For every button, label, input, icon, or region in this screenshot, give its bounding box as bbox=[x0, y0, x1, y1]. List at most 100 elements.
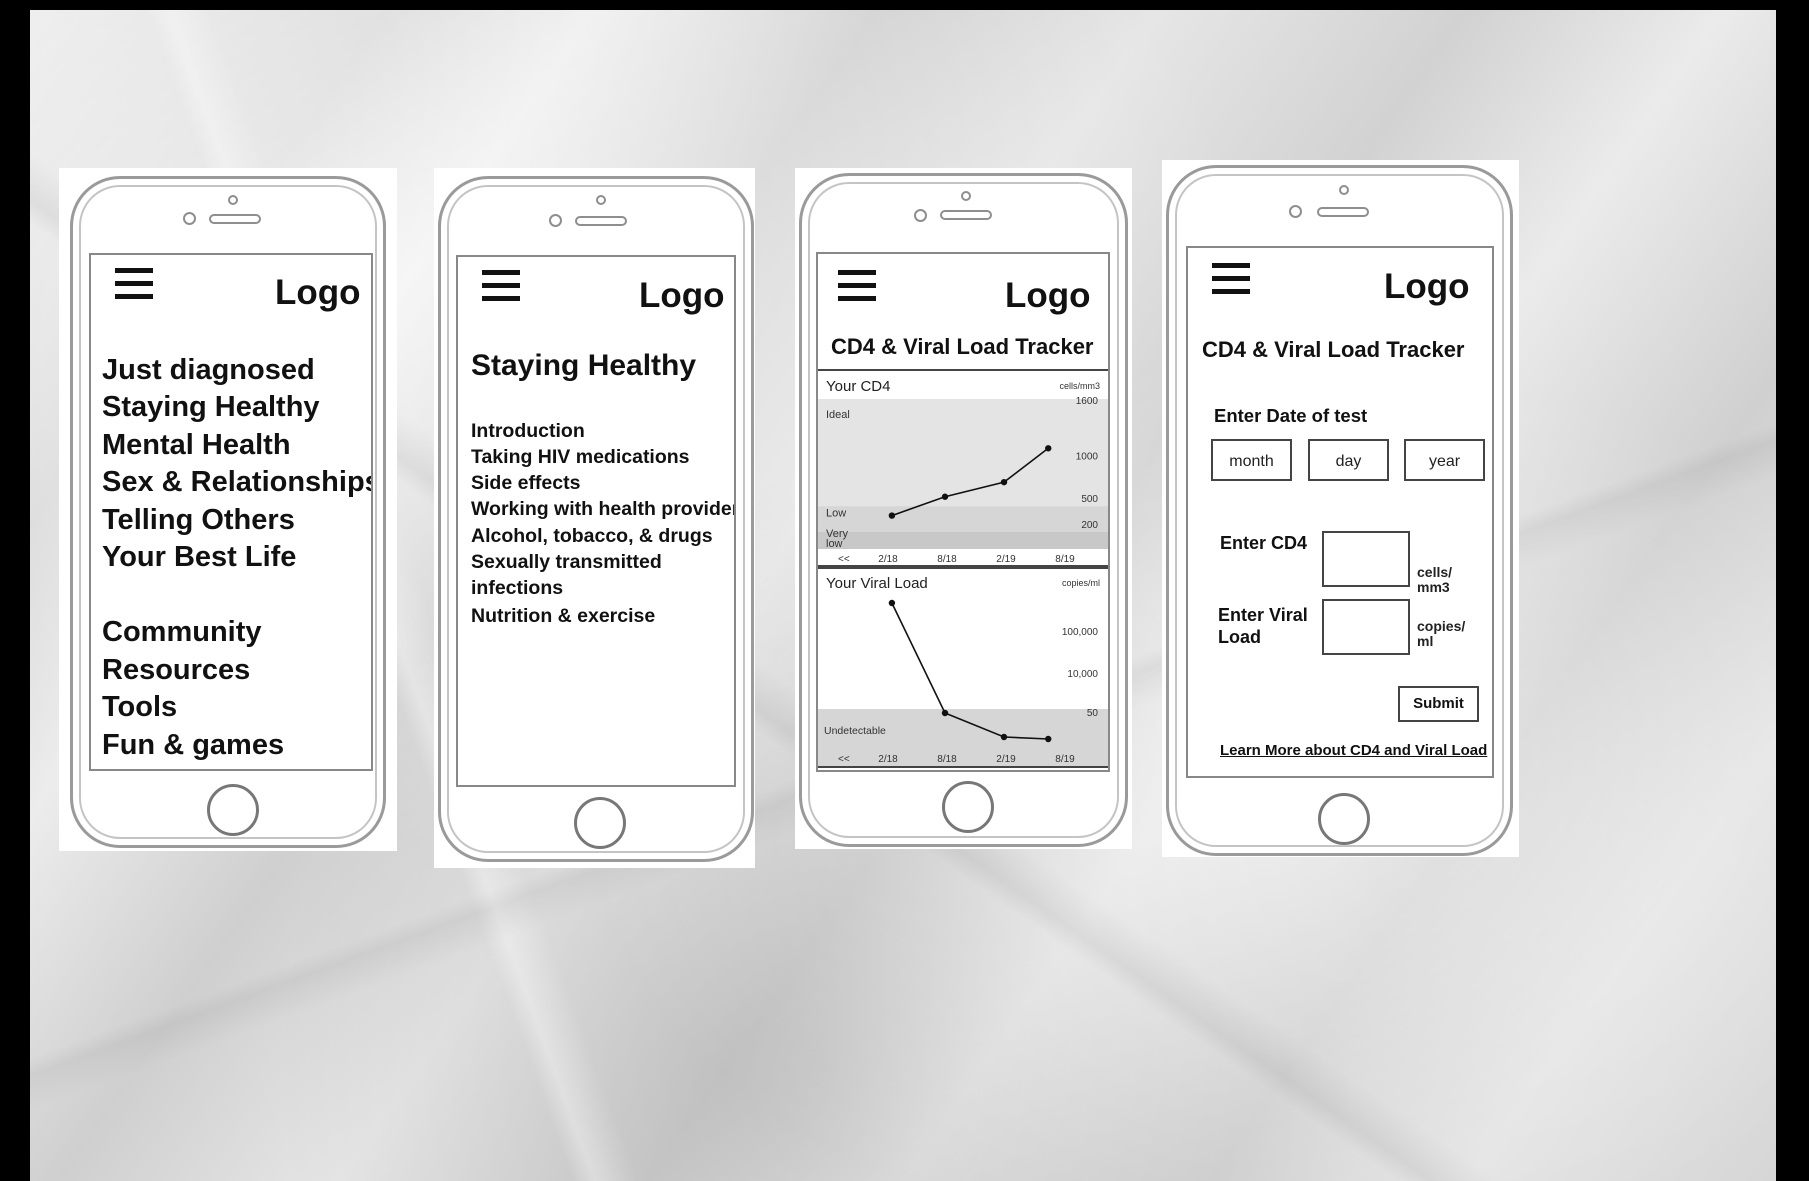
menu-item-staying-healthy[interactable]: Staying Healthy bbox=[102, 391, 320, 424]
front-camera bbox=[914, 209, 927, 222]
cd4-chart-title: Your CD4 bbox=[826, 378, 890, 395]
viral-load-ytick-label: 100,000 bbox=[1062, 627, 1099, 638]
logo: Logo bbox=[639, 276, 725, 315]
list-item-working-with-health-providers[interactable]: Working with health providers bbox=[471, 498, 734, 521]
cd4-ytick-label: 1600 bbox=[1076, 396, 1099, 407]
menu-item-fun-games[interactable]: Fun & games bbox=[102, 729, 284, 762]
cd4-label: Enter CD4 bbox=[1220, 533, 1308, 553]
list-item-infections[interactable]: infections bbox=[471, 577, 563, 600]
menu-item-just-diagnosed[interactable]: Just diagnosed bbox=[102, 354, 315, 387]
proximity-sensor bbox=[596, 195, 606, 205]
viral-load-xtick-label: 8/19 bbox=[1055, 754, 1075, 765]
cd4-band-very-low bbox=[818, 531, 1108, 549]
viral-load-point-1 bbox=[888, 599, 896, 607]
viral-load-band-label-undetectable: Undetectable bbox=[824, 725, 886, 737]
earpiece-speaker bbox=[209, 214, 261, 224]
home-button[interactable] bbox=[942, 781, 994, 833]
earpiece-speaker bbox=[1317, 207, 1369, 217]
list-item-introduction[interactable]: Introduction bbox=[471, 420, 585, 443]
date-of-test-label: Enter Date of test bbox=[1214, 405, 1368, 426]
menu-item-telling-others[interactable]: Telling Others bbox=[102, 504, 295, 537]
tracker-title: CD4 & Viral Load Tracker bbox=[1202, 337, 1465, 362]
page-heading: Staying Healthy bbox=[471, 349, 697, 382]
phone-4-screen: Logo CD4 & Viral Load Tracker Enter Date… bbox=[1186, 246, 1494, 778]
viral-load-point-2 bbox=[941, 709, 949, 717]
submit-button[interactable]: Submit bbox=[1398, 686, 1479, 722]
day-input[interactable]: day bbox=[1308, 439, 1389, 481]
cd4-band-label-ideal: Ideal bbox=[826, 409, 850, 421]
phone-3-screen: Logo CD4 & Viral Load Tracker Your CD4 ce… bbox=[816, 252, 1110, 772]
phone-1-frame: Logo Just diagnosed Staying Healthy Ment… bbox=[70, 176, 386, 848]
earpiece-speaker bbox=[575, 216, 627, 226]
cd4-xtick-label: 8/18 bbox=[937, 554, 957, 565]
viral-load-label: Enter Viral Load bbox=[1218, 605, 1308, 647]
cd4-band-label-very-low: low bbox=[826, 538, 843, 550]
menu-item-your-best-life[interactable]: Your Best Life bbox=[102, 541, 296, 574]
viral-load-point-3 bbox=[1000, 733, 1008, 741]
list-item-taking-hiv-medications[interactable]: Taking HIV medications bbox=[471, 446, 690, 469]
front-camera bbox=[549, 214, 562, 227]
cd4-unit-label: cells/mm3 bbox=[1059, 381, 1100, 391]
list-item-side-effects[interactable]: Side effects bbox=[471, 472, 580, 495]
home-button[interactable] bbox=[1318, 793, 1370, 845]
hamburger-menu-icon[interactable] bbox=[1212, 263, 1250, 297]
viral-load-unit-label: copies/ml bbox=[1062, 578, 1100, 588]
viral-load-unit-label: copies/ ml bbox=[1417, 618, 1466, 649]
phone-2-card: Logo Staying Healthy Introduction Taking… bbox=[434, 168, 755, 868]
menu-item-sex-relationships[interactable]: Sex & Relationships bbox=[102, 466, 371, 499]
proximity-sensor bbox=[1339, 185, 1349, 195]
viral-load-nav-prev: << bbox=[838, 754, 850, 765]
tracker-title: CD4 & Viral Load Tracker bbox=[831, 334, 1094, 359]
cd4-viral-load-charts: Your CD4 cells/mm3 Ideal Low Very low 1600 1000… bbox=[818, 369, 1108, 769]
hamburger-menu-icon[interactable] bbox=[115, 268, 153, 302]
cd4-input[interactable] bbox=[1322, 531, 1410, 587]
viral-load-ytick-label: 50 bbox=[1087, 708, 1099, 719]
phone-3-frame: Logo CD4 & Viral Load Tracker Your CD4 ce… bbox=[799, 173, 1128, 847]
viral-load-point-4 bbox=[1045, 735, 1052, 743]
menu-item-resources[interactable]: Resources bbox=[102, 654, 250, 687]
cd4-band-label-low: Low bbox=[826, 507, 846, 519]
list-item-nutrition-exercise[interactable]: Nutrition & exercise bbox=[471, 605, 655, 628]
logo: Logo bbox=[275, 273, 361, 312]
viral-load-ytick-label: 10,000 bbox=[1067, 669, 1098, 680]
phone-4-frame: Logo CD4 & Viral Load Tracker Enter Date… bbox=[1166, 165, 1513, 856]
charts-svg: Your CD4 cells/mm3IdealLowVerylow16001000… bbox=[818, 369, 1108, 768]
home-button[interactable] bbox=[574, 797, 626, 849]
hamburger-menu-icon[interactable] bbox=[482, 270, 520, 304]
list-item-sexually-transmitted[interactable]: Sexually transmitted bbox=[471, 551, 662, 574]
proximity-sensor bbox=[961, 191, 971, 201]
cd4-ytick-label: 200 bbox=[1081, 520, 1098, 531]
logo: Logo bbox=[1005, 276, 1091, 315]
menu-item-tools[interactable]: Tools bbox=[102, 691, 177, 724]
hamburger-menu-icon[interactable] bbox=[838, 270, 876, 304]
viral-load-xtick-label: 8/18 bbox=[937, 754, 957, 765]
cd4-xtick-label: 2/18 bbox=[878, 554, 898, 565]
learn-more-link[interactable]: Learn More about CD4 and Viral Load bbox=[1220, 742, 1487, 759]
cd4-ytick-label: 500 bbox=[1081, 494, 1098, 505]
menu-item-mental-health[interactable]: Mental Health bbox=[102, 429, 291, 462]
cd4-band-low bbox=[818, 506, 1108, 532]
cd4-point-4 bbox=[1045, 445, 1052, 452]
menu-item-community[interactable]: Community bbox=[102, 616, 262, 649]
month-input[interactable]: month bbox=[1211, 439, 1292, 481]
cd4-unit-label: cells/ mm3 bbox=[1417, 564, 1453, 595]
viral-load-input[interactable] bbox=[1322, 599, 1410, 655]
cd4-ytick-label: 1000 bbox=[1076, 451, 1099, 462]
cd4-point-2 bbox=[941, 493, 949, 500]
front-camera bbox=[183, 212, 196, 225]
list-item-alcohol-tobacco-drugs[interactable]: Alcohol, tobacco, & drugs bbox=[471, 525, 713, 548]
viral-load-xtick-label: 2/19 bbox=[996, 754, 1016, 765]
cd4-nav-prev: << bbox=[838, 554, 850, 565]
year-input[interactable]: year bbox=[1404, 439, 1485, 481]
home-button[interactable] bbox=[207, 784, 259, 836]
viral-load-chart-title: Your Viral Load bbox=[826, 575, 928, 592]
phone-1-screen: Logo Just diagnosed Staying Healthy Ment… bbox=[89, 253, 373, 771]
cd4-point-1 bbox=[888, 512, 896, 519]
phone-2-frame: Logo Staying Healthy Introduction Taking… bbox=[438, 176, 754, 862]
phone-2-screen: Logo Staying Healthy Introduction Taking… bbox=[456, 255, 736, 787]
phone-1-card: Logo Just diagnosed Staying Healthy Ment… bbox=[59, 168, 397, 851]
cd4-xtick-label: 2/19 bbox=[996, 554, 1016, 565]
cd4-xtick-label: 8/19 bbox=[1055, 554, 1075, 565]
phone-3-card: Logo CD4 & Viral Load Tracker Your CD4 ce… bbox=[795, 168, 1132, 849]
phone-4-card: Logo CD4 & Viral Load Tracker Enter Date… bbox=[1162, 160, 1519, 857]
